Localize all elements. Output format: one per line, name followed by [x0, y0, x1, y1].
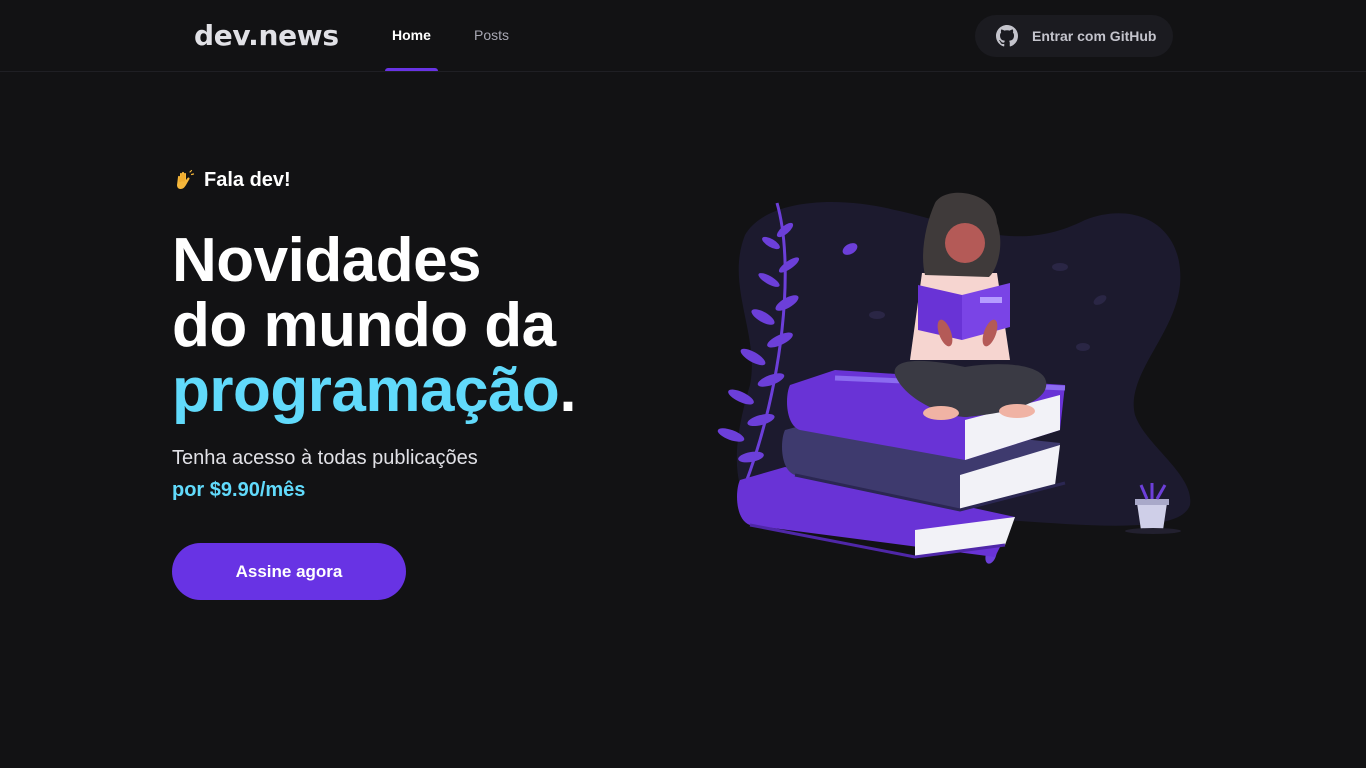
headline-period: . — [559, 356, 577, 425]
waving-hand-icon — [177, 169, 195, 189]
nav-posts[interactable]: Posts — [474, 26, 509, 44]
headline-line-3: programação. — [172, 356, 577, 425]
subtitle: Tenha acesso à todas publicações — [172, 447, 478, 469]
greeting-text: Fala dev! — [204, 168, 291, 191]
greeting: Fala dev! — [172, 168, 291, 192]
logo[interactable]: dev.news — [194, 19, 339, 52]
github-signin-button[interactable]: Entrar com GitHub — [975, 15, 1173, 57]
woman-reading-on-books-illustration — [717, 192, 1191, 564]
subscribe-button[interactable]: Assine agora — [172, 543, 406, 600]
header: dev.news Home Posts Entrar com GitHub — [0, 0, 1366, 72]
headline-line-1: Novidades — [172, 226, 482, 295]
github-signin-label: Entrar com GitHub — [1032, 28, 1157, 44]
price: por $9.90/mês — [172, 479, 306, 501]
headline-line-2: do mundo da — [172, 291, 556, 360]
github-icon — [996, 25, 1018, 47]
nav-home[interactable]: Home — [392, 26, 431, 44]
nav-active-indicator — [385, 68, 438, 71]
headline: Novidades do mundo da programação. — [172, 226, 577, 425]
headline-accent: programação — [172, 356, 560, 425]
